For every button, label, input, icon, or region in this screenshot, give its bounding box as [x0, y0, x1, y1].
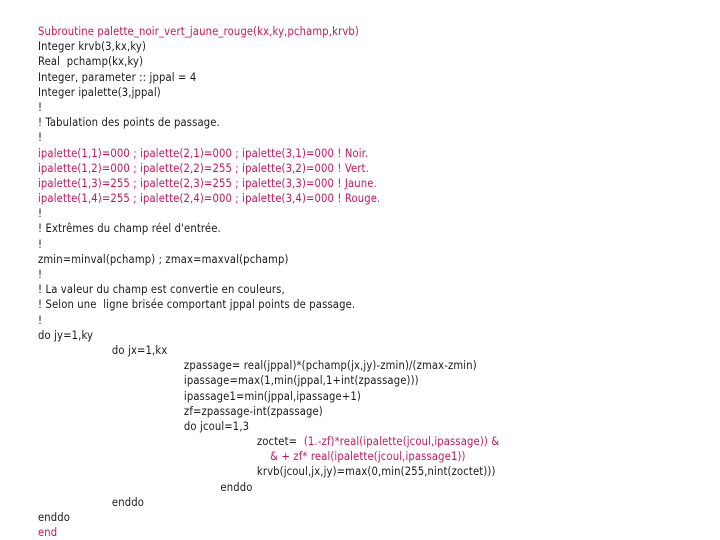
code-segment-highlight: & + zf* real(ipalette(jcoul,ipassage1))	[256, 449, 466, 464]
code-line: Integer ipalette(3,jppal)	[38, 84, 161, 99]
code-line: do jx=1,kx	[111, 342, 168, 357]
code-line: ! La valeur du champ est convertie en co…	[38, 282, 285, 297]
code-line: do jcoul=1,3	[183, 418, 250, 433]
code-line: ! Extrêmes du champ réel d'entrée.	[38, 221, 221, 236]
code-line: enddo	[111, 494, 145, 509]
code-line: Subroutine palette_noir_vert_jaune_rouge…	[38, 24, 359, 38]
code-line: ipassage1=min(jppal,ipassage+1)	[183, 388, 361, 403]
code-line: ipalette(1,3)=255 ; ipalette(2,3)=255 ; …	[38, 175, 377, 190]
code-listing: Subroutine palette_noir_vert_jaune_rouge…	[38, 24, 698, 540]
code-line: Integer krvb(3,kx,ky)	[38, 39, 147, 54]
code-line: !	[38, 312, 43, 327]
code-line: ! Tabulation des points de passage.	[38, 115, 220, 130]
code-line: ipalette(1,4)=255 ; ipalette(2,4)=000 ; …	[38, 191, 381, 206]
code-line: krvb(jcoul,jx,jy)=max(0,min(255,nint(zoc…	[256, 464, 496, 479]
code-line: !	[38, 99, 43, 114]
code-line: end	[38, 525, 58, 540]
code-line: ! Selon une ligne brisée comportant jppa…	[38, 297, 356, 312]
code-segment-plain: zoctet=	[256, 434, 298, 449]
code-line: ipassage=max(1,min(jppal,1+int(zpassage)…	[183, 373, 419, 388]
code-line: Integer, parameter :: jppal = 4	[38, 69, 197, 84]
code-line: zoctet= (1.-zf)*real(ipalette(jcoul,ipas…	[38, 434, 672, 449]
code-line: enddo	[38, 510, 71, 524]
code-line: & + zf* real(ipalette(jcoul,ipassage1))	[38, 449, 672, 464]
code-line: do jy=1,ky	[38, 327, 94, 342]
code-line: !	[38, 236, 43, 251]
code-line: ipalette(1,1)=000 ; ipalette(2,1)=000 ; …	[38, 145, 369, 160]
code-line: !	[38, 267, 43, 281]
code-line: zf=zpassage-int(zpassage)	[183, 403, 323, 418]
code-segment-highlight: (1.-zf)*real(ipalette(jcoul,ipassage)) &	[297, 434, 500, 449]
code-line: zmin=minval(pchamp) ; zmax=maxval(pchamp…	[38, 251, 289, 266]
code-line: !	[38, 130, 43, 145]
code-line: enddo	[220, 479, 253, 494]
code-line: zpassage= real(jppal)*(pchamp(jx,jy)-zmi…	[183, 358, 477, 373]
code-line: Real pchamp(kx,ky)	[38, 54, 144, 69]
slide-canvas: Subroutine palette_noir_vert_jaune_rouge…	[0, 0, 720, 540]
code-line: !	[38, 206, 43, 221]
code-line: ipalette(1,2)=000 ; ipalette(2,2)=255 ; …	[38, 160, 369, 175]
